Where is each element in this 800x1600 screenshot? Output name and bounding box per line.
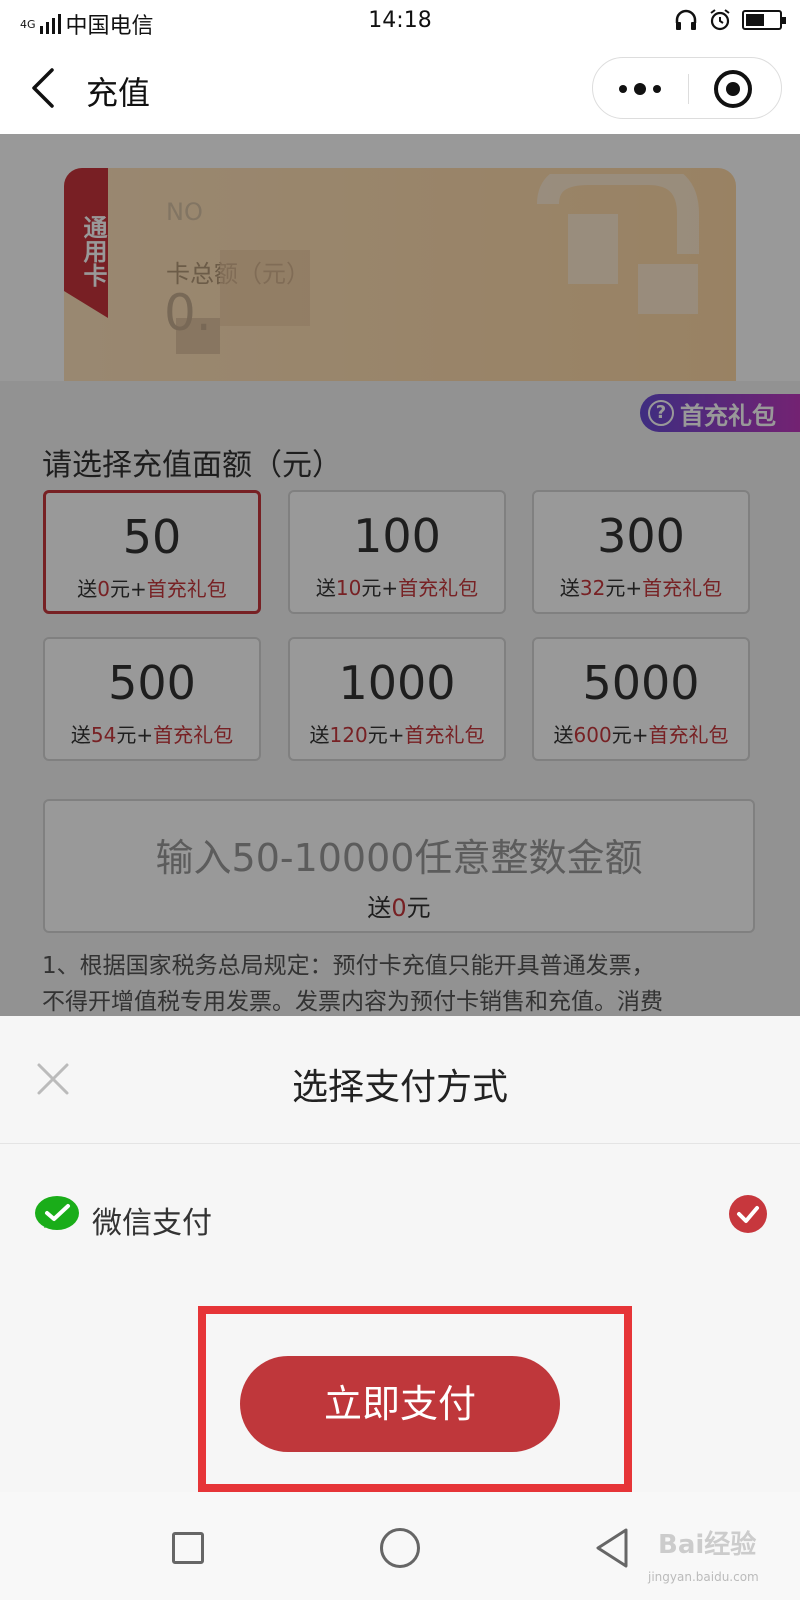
more-options-icon[interactable] <box>615 75 665 103</box>
payment-method-label: 微信支付 <box>92 1206 212 1241</box>
watermark-text: Bai经验 <box>658 1530 757 1560</box>
close-miniprogram-icon[interactable] <box>713 69 753 109</box>
capsule-divider <box>688 74 689 104</box>
payment-option-wechat[interactable]: 微信支付 <box>0 1186 800 1246</box>
system-nav-bar: Bai经验 jingyan.baidu.com <box>0 1492 800 1600</box>
page-title: 充值 <box>86 74 151 112</box>
miniprogram-capsule <box>592 57 782 119</box>
sheet-header: 选择支付方式 <box>0 1016 800 1144</box>
home-icon[interactable] <box>380 1528 420 1568</box>
pay-now-button[interactable]: 立即支付 <box>240 1356 560 1452</box>
checked-icon[interactable] <box>728 1194 768 1234</box>
status-bar: 4G 中国电信 14:18 <box>0 0 800 42</box>
battery-icon <box>742 10 786 30</box>
alarm-icon <box>710 9 730 31</box>
modal-overlay[interactable] <box>0 134 800 1016</box>
back-triangle-icon[interactable] <box>592 1526 632 1570</box>
wechat-pay-icon <box>35 1196 79 1230</box>
recent-apps-icon[interactable] <box>172 1532 204 1564</box>
status-right <box>674 8 786 32</box>
nav-bar: 充值 <box>0 42 800 134</box>
watermark-url: jingyan.baidu.com <box>648 1570 759 1584</box>
payment-method-sheet: 选择支付方式 微信支付 立即支付 <box>0 1016 800 1492</box>
back-arrow-icon[interactable] <box>26 64 66 112</box>
baidu-jingyan-watermark: Bai经验 jingyan.baidu.com <box>640 1508 800 1598</box>
sheet-title: 选择支付方式 <box>291 1067 508 1108</box>
headset-icon <box>675 9 697 30</box>
